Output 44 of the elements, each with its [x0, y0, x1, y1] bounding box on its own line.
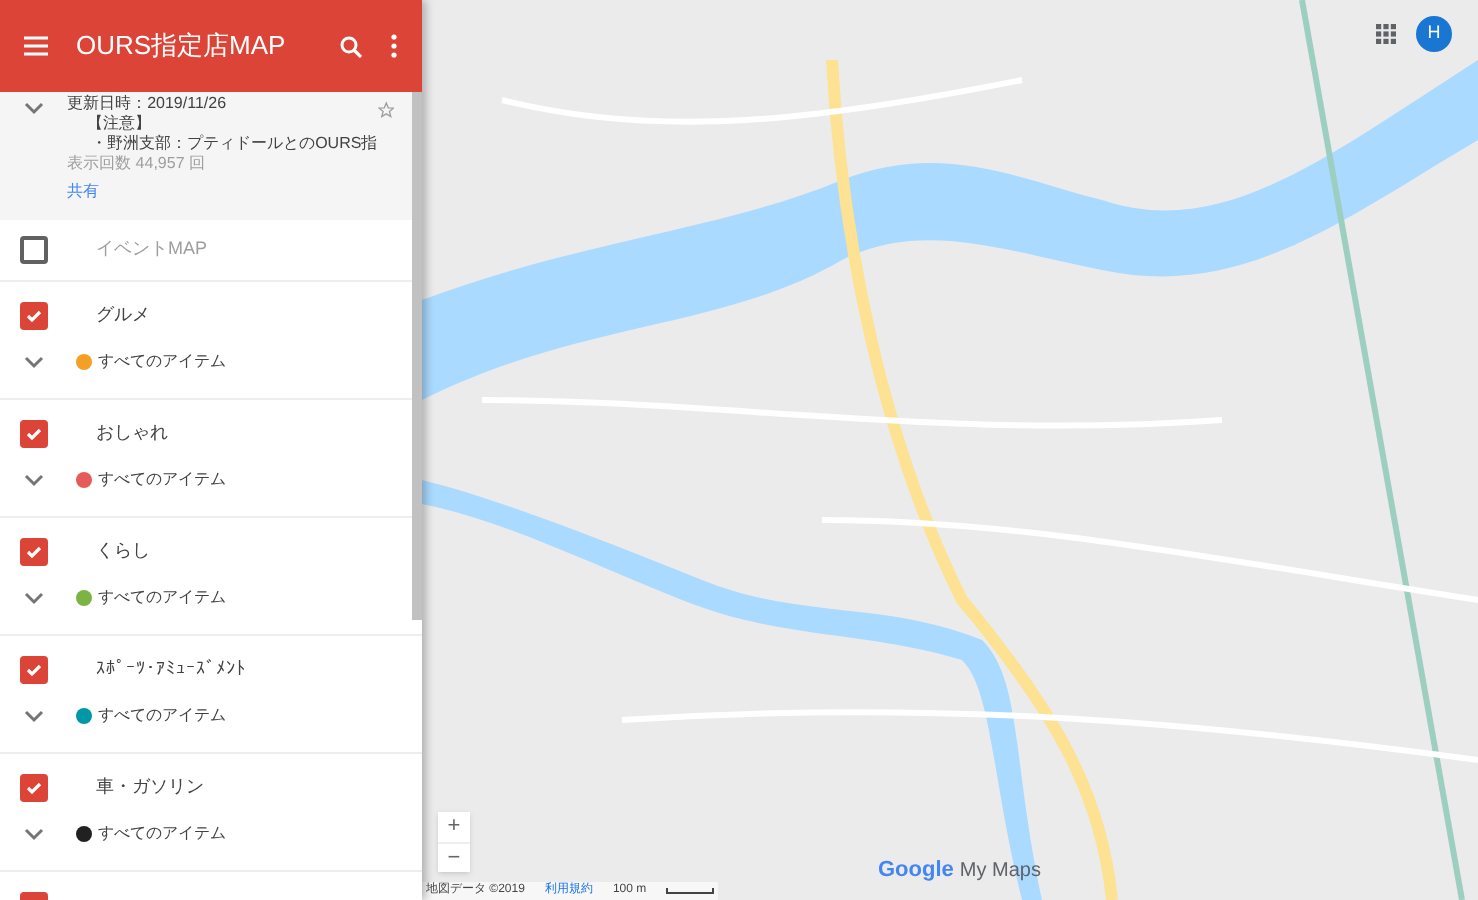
search-icon[interactable] [340, 35, 362, 57]
google-logo: Google [878, 856, 954, 886]
chevron-icon[interactable] [24, 102, 44, 116]
chevron-icon[interactable] [24, 591, 44, 605]
checkbox[interactable] [20, 236, 48, 264]
layer-name: 車・ガソリン [96, 774, 204, 801]
check-icon [24, 542, 44, 562]
check-icon [24, 660, 44, 680]
layer-name: イベントMAP [96, 236, 208, 263]
layer-name: くらし [96, 538, 150, 565]
chevron-icon[interactable] [24, 355, 44, 369]
check-icon [24, 778, 44, 798]
all-items-link[interactable]: すべてのアイテム [98, 822, 226, 846]
layer-name: おしゃれ [96, 420, 168, 447]
description-line: ・野洲支部：プティドールとのOURS指 [89, 134, 378, 154]
apps-grid-icon[interactable] [1376, 24, 1396, 44]
menu-icon[interactable] [24, 36, 48, 56]
description-line: 【注意】 [85, 114, 154, 134]
check-icon [24, 424, 44, 444]
layer-name: ｽﾎﾟｰﾂ･ｱﾐｭｰｽﾞﾒﾝﾄ [96, 656, 246, 683]
map-title: OURS指定店MAP [76, 28, 288, 65]
chevron-icon[interactable] [24, 827, 44, 841]
star-icon[interactable] [377, 100, 394, 120]
all-items-link[interactable]: すべてのアイテム [98, 468, 226, 492]
zoom-out-button[interactable]: − [438, 842, 470, 872]
checkbox[interactable] [20, 656, 48, 684]
checkbox[interactable] [20, 420, 48, 448]
checkbox[interactable] [20, 302, 48, 330]
more-icon[interactable] [390, 34, 398, 58]
checkbox[interactable] [20, 774, 48, 802]
chevron-icon[interactable] [24, 709, 44, 723]
description-line: 更新日時：2019/11/26 [67, 94, 229, 114]
chevron-icon[interactable] [24, 473, 44, 487]
layer-name: グルメ [96, 302, 150, 329]
scrollbar-thumb[interactable] [412, 92, 422, 620]
zoom-in-button[interactable]: + [438, 812, 470, 842]
all-items-link[interactable]: すべてのアイテム [98, 586, 226, 610]
my-maps-label: My Maps [959, 857, 1041, 886]
scale-bar [666, 888, 715, 894]
checkbox[interactable] [20, 538, 48, 566]
check-icon [24, 306, 44, 326]
view-count: 表示回数 44,957 回 [67, 154, 207, 174]
all-items-link[interactable]: すべてのアイテム [98, 350, 226, 374]
all-items-link[interactable]: すべてのアイテム [98, 704, 226, 728]
